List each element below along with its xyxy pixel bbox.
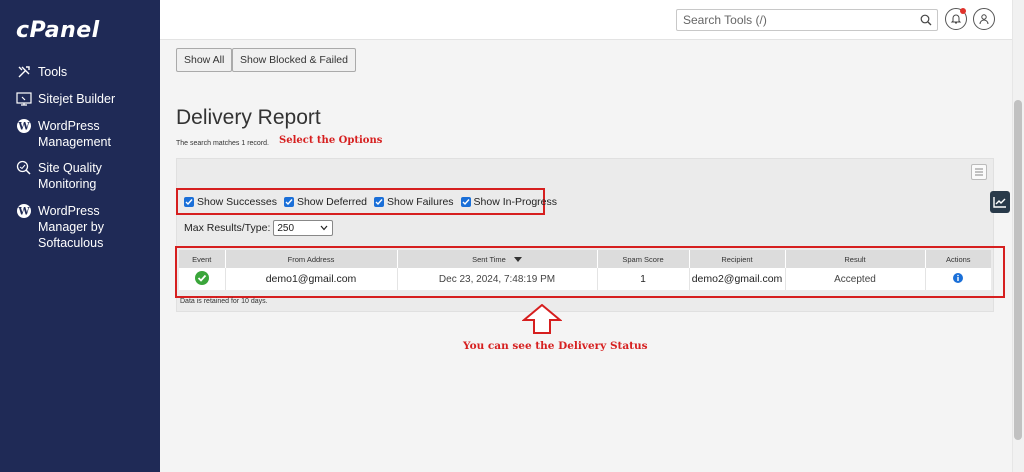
checkbox-checked-icon[interactable] [184,197,194,207]
max-results-value: 250 [277,222,295,234]
sidebar-item-tools[interactable]: Tools [16,64,67,80]
sidebar-item-wordpress-softaculous[interactable]: W WordPress Manager by Softaculous [16,203,104,251]
svg-text:W: W [17,122,30,133]
table-header-row: Event From Address Sent Time Spam Score … [179,250,991,268]
sidebar-item-label: Tools [38,65,68,79]
list-view-icon[interactable] [971,164,987,180]
sitejet-icon [16,91,32,107]
spam-score-cell: 1 [597,268,690,290]
match-count-text: The search matches 1 record. [176,140,269,147]
annotation-up-arrow-icon [522,304,562,334]
filter-show-deferred[interactable]: Show Deferred [283,196,368,208]
search-tools-input[interactable] [677,10,913,30]
recipient-cell: demo2@gmail.com [689,268,786,290]
search-icon[interactable] [920,14,932,26]
page-scrollbar[interactable] [1012,0,1024,472]
sidebar-item-label: Site Quality Monitoring [38,161,102,191]
sidebar-item-label: WordPress Manager by Softaculous [38,204,105,250]
result-cell: Accepted [785,268,926,290]
scrollbar-thumb[interactable] [1014,100,1022,440]
max-results-select[interactable]: 250 [273,220,334,236]
header-event[interactable]: Event [179,250,226,268]
filter-show-successes[interactable]: Show Successes [184,196,277,208]
page-title: Delivery Report [176,106,321,129]
filter-show-failures[interactable]: Show Failures [374,196,454,208]
chevron-down-icon [320,225,328,231]
filter-label: Show Deferred [296,196,368,208]
annotation-delivery-status: You can see the Delivery Status [463,340,648,352]
notification-dot [960,8,966,14]
checkbox-checked-icon[interactable] [460,197,471,207]
checkbox-checked-icon[interactable] [283,197,294,207]
header-from-address[interactable]: From Address [225,250,398,268]
user-icon[interactable] [973,8,995,30]
retention-note: Data is retained for 10 days. [180,298,268,305]
delivery-table: Event From Address Sent Time Spam Score … [179,250,991,290]
annotation-select-options: Select the Options [279,135,383,146]
wordpress-icon: W [16,118,32,134]
check-circle-icon [194,270,209,285]
header-spam-score[interactable]: Spam Score [597,250,690,268]
sidebar-item-label: Sitejet Builder [38,92,116,106]
event-cell [179,268,226,290]
top-bar [160,0,1012,40]
table-row: demo1@gmail.com Dec 23, 2024, 7:48:19 PM… [179,268,991,290]
tools-icon [16,64,32,80]
header-actions: Actions [925,250,991,268]
filter-show-in-progress[interactable]: Show In-Progress [460,196,557,208]
info-icon[interactable] [953,272,964,283]
search-tools-box[interactable] [676,9,938,31]
header-sent-time-label: Sent Time [472,254,506,264]
svg-text:W: W [17,207,30,218]
sidebar-item-label: WordPress Management [38,119,111,149]
chart-icon[interactable] [990,191,1010,213]
sidebar: cPanel Tools Sitejet Builder W WordPress… [0,0,160,472]
sidebar-item-sitejet[interactable]: Sitejet Builder [16,91,115,107]
sidebar-item-site-quality[interactable]: Site Quality Monitoring [16,160,102,192]
max-results-row: Max Results/Type: 250 [184,220,334,236]
notification-bell-icon[interactable] [945,8,967,30]
max-results-label: Max Results/Type: [184,222,271,234]
header-result[interactable]: Result [785,250,926,268]
sent-time-cell: Dec 23, 2024, 7:48:19 PM [397,268,598,290]
sidebar-item-wordpress-management[interactable]: W WordPress Management [16,118,111,150]
header-recipient[interactable]: Recipient [689,250,786,268]
show-blocked-failed-button[interactable]: Show Blocked & Failed [232,48,356,72]
filter-label: Show Successes [197,196,277,208]
show-all-button[interactable]: Show All [176,48,233,72]
checkbox-checked-icon[interactable] [374,197,385,207]
filter-options: Show Successes Show Deferred Show Failur… [184,196,564,208]
from-address-cell: demo1@gmail.com [225,268,398,290]
filter-label: Show In-Progress [473,196,557,208]
actions-cell [925,268,991,290]
cpanel-logo[interactable]: cPanel [16,18,100,43]
wordpress-icon: W [16,203,32,219]
header-sent-time[interactable]: Sent Time [397,250,598,268]
site-quality-icon [16,160,32,176]
filter-label: Show Failures [387,196,454,208]
sort-desc-icon[interactable] [513,255,522,264]
